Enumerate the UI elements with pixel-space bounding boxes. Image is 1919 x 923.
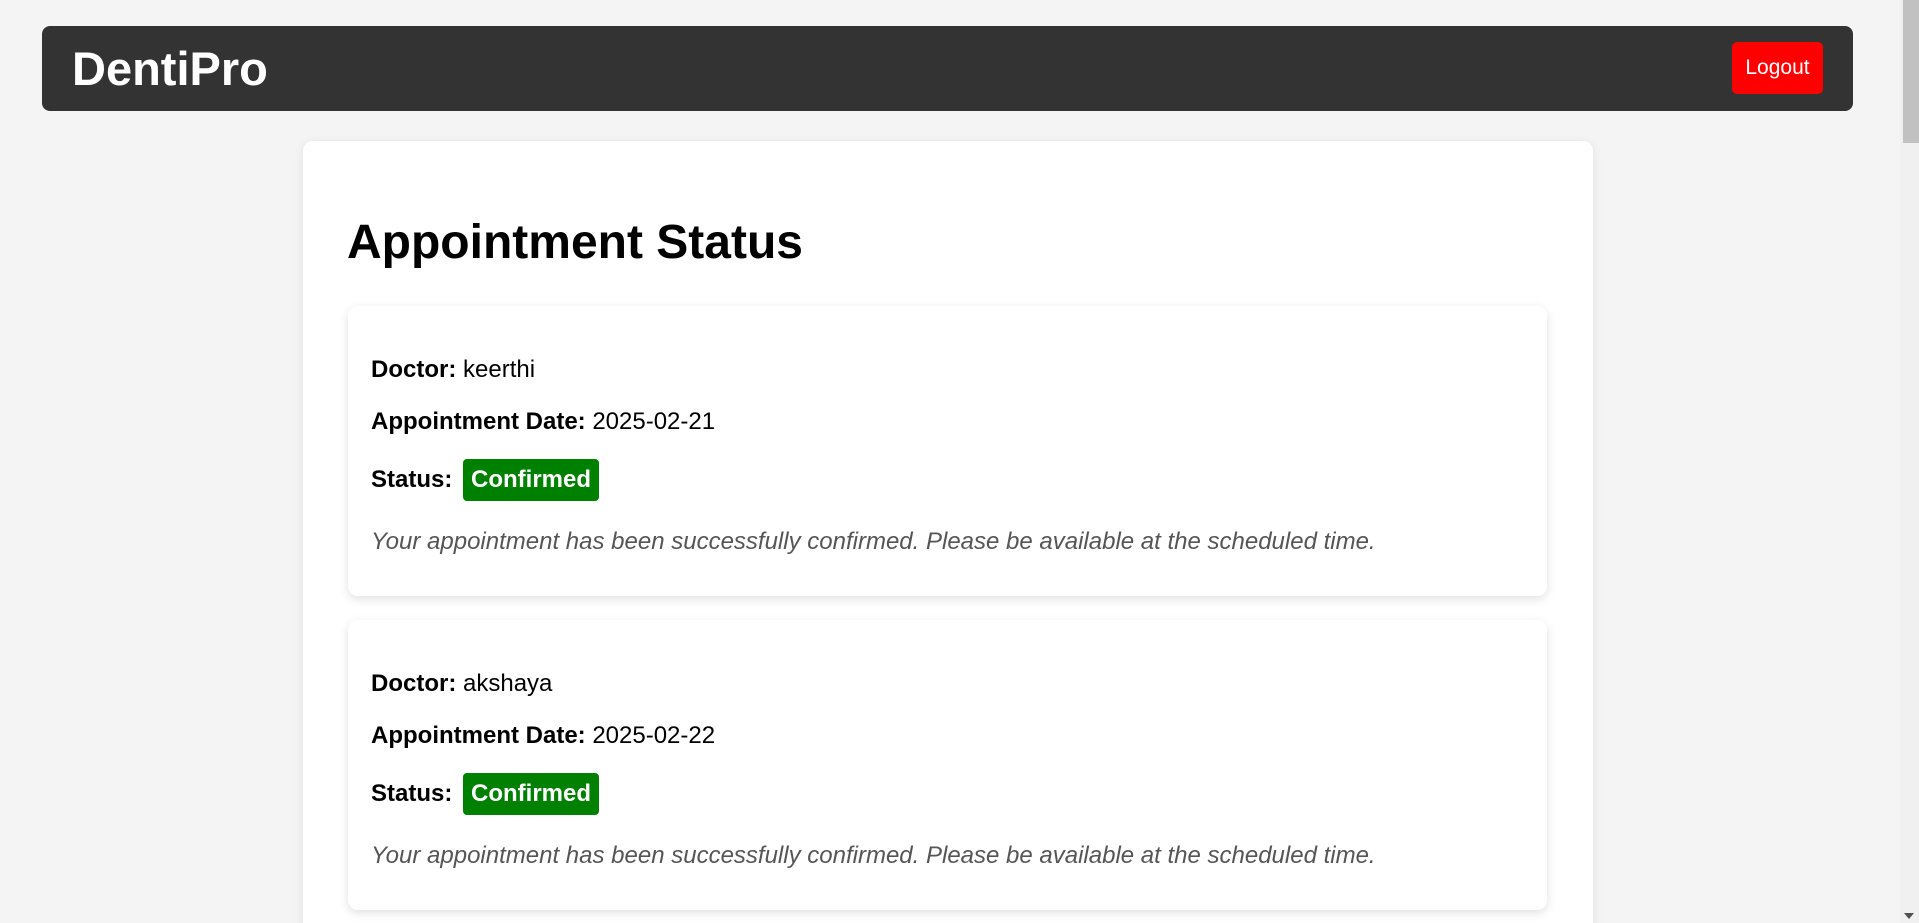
logout-button[interactable]: Logout [1732, 42, 1823, 94]
doctor-value: akshaya [463, 670, 553, 697]
doctor-label: Doctor: [371, 356, 457, 383]
page-title: Appointment Status [347, 216, 803, 269]
navbar: DentiPro Logout [42, 26, 1853, 111]
date-row: Appointment Date: 2025-02-22 [371, 722, 715, 750]
doctor-label: Doctor: [371, 670, 457, 697]
status-label: Status: [371, 780, 453, 807]
date-label: Appointment Date: [371, 722, 586, 749]
appointment-status-panel: Appointment Status Doctor: keerthi Appoi… [303, 141, 1593, 923]
status-message: Your appointment has been successfully c… [371, 528, 1376, 555]
status-badge: Confirmed [463, 459, 600, 501]
scrollbar-thumb[interactable] [1903, 0, 1919, 143]
date-value: 2025-02-22 [592, 722, 716, 749]
status-badge: Confirmed [463, 773, 600, 815]
doctor-row: Doctor: keerthi [371, 356, 535, 384]
appointment-card: Doctor: akshaya Appointment Date: 2025-0… [348, 620, 1547, 910]
doctor-value: keerthi [463, 356, 536, 383]
appointment-card: Doctor: keerthi Appointment Date: 2025-0… [348, 306, 1547, 596]
status-row: Status: Confirmed [371, 459, 600, 501]
date-value: 2025-02-21 [592, 408, 716, 435]
doctor-row: Doctor: akshaya [371, 670, 552, 698]
status-label: Status: [371, 466, 453, 493]
page-viewport: DentiPro Logout Appointment Status Docto… [0, 0, 1900, 923]
scroll-down-arrow-icon[interactable] [1904, 913, 1914, 919]
status-message: Your appointment has been successfully c… [371, 842, 1376, 869]
date-row: Appointment Date: 2025-02-21 [371, 408, 715, 436]
date-label: Appointment Date: [371, 408, 586, 435]
brand-logo[interactable]: DentiPro [72, 26, 268, 111]
vertical-scrollbar[interactable] [1900, 0, 1919, 923]
status-row: Status: Confirmed [371, 773, 600, 815]
